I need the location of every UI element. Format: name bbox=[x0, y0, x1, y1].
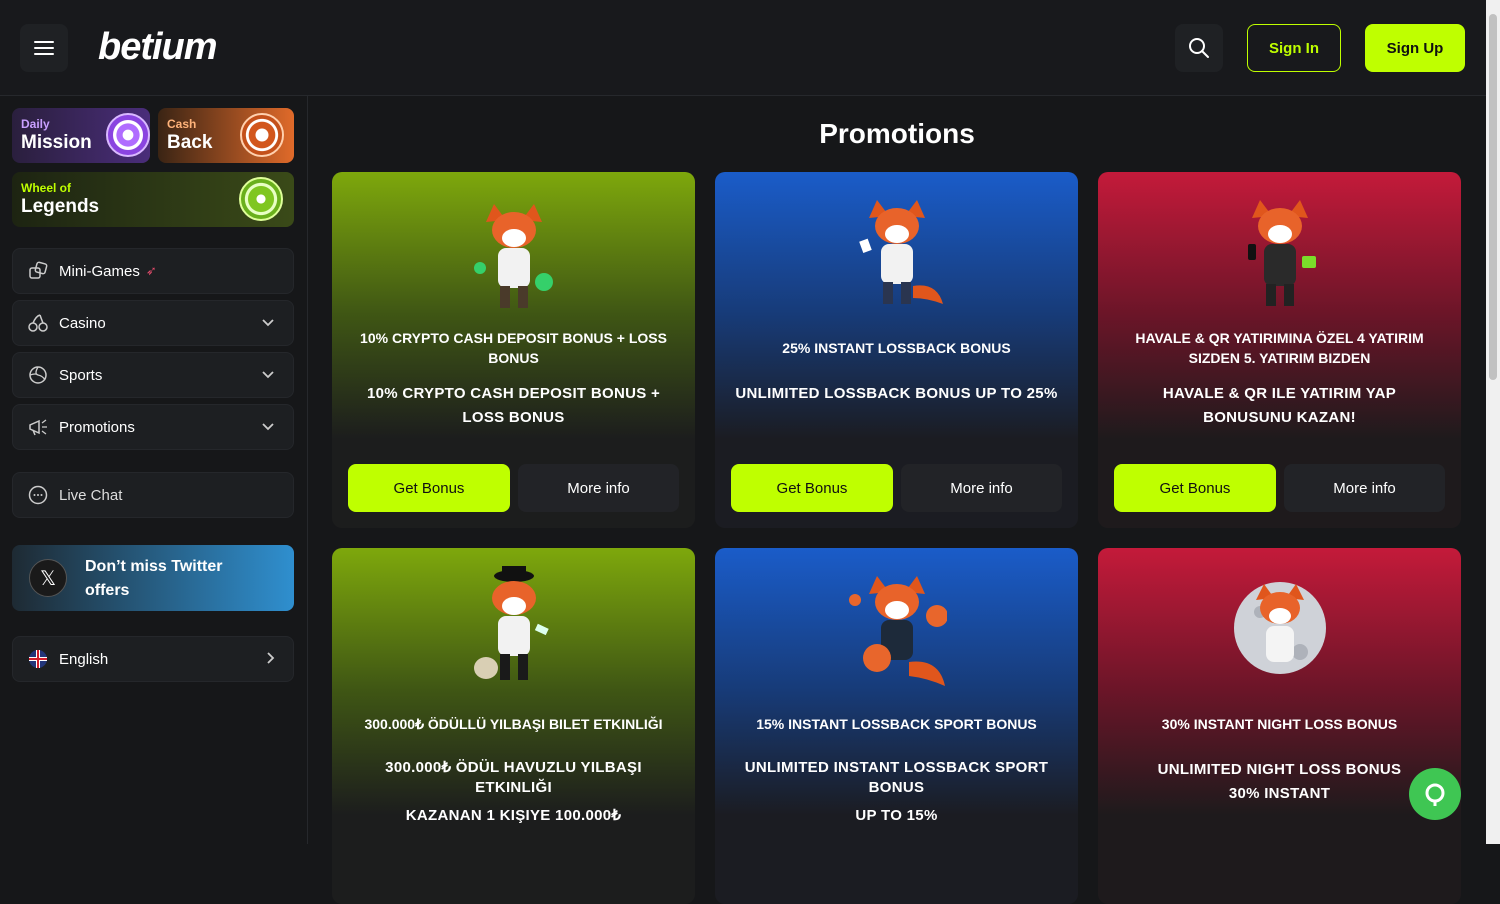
page-title: Promotions bbox=[819, 118, 975, 149]
tile-small-label: Cash bbox=[167, 117, 197, 131]
top-header: betium Sign In Sign Up bbox=[0, 0, 1486, 96]
volleyball-icon bbox=[27, 364, 49, 386]
sign-up-button[interactable]: Sign Up bbox=[1365, 24, 1465, 72]
page-scrollbar[interactable] bbox=[1486, 0, 1500, 844]
target-icon bbox=[106, 113, 150, 157]
more-info-button[interactable]: More info bbox=[518, 464, 679, 512]
cash-back-tile[interactable]: Cash Back bbox=[158, 108, 294, 163]
promo-headline: UNLIMITED LOSSBACK BONUS UP TO 25% bbox=[735, 385, 1058, 402]
live-chat-label: Live Chat bbox=[59, 486, 123, 504]
chat-bubble-icon bbox=[27, 484, 49, 506]
search-button[interactable] bbox=[1175, 24, 1223, 72]
promo-headline: UNLIMITED INSTANT LOSSBACK SPORT BONUS bbox=[744, 759, 1049, 796]
daily-mission-tile[interactable]: Daily Mission bbox=[12, 108, 150, 163]
chevron-down-icon bbox=[262, 319, 274, 327]
sidebar-item-casino[interactable]: Casino bbox=[12, 300, 294, 346]
scrollbar-thumb[interactable] bbox=[1489, 14, 1497, 380]
tile-small-label: Daily bbox=[21, 117, 50, 131]
promo-headline: 10% CRYPTO CASH DEPOSIT BONUS + LOSS BON… bbox=[366, 385, 661, 426]
betium-logo[interactable]: betium bbox=[98, 26, 218, 69]
fox-mascot-image bbox=[474, 204, 553, 308]
wheel-icon bbox=[239, 177, 283, 221]
live-chat-button[interactable]: Live Chat bbox=[12, 472, 294, 518]
promo-headline-line2: 30% INSTANT bbox=[1228, 785, 1331, 802]
promo-card: 25% INSTANT LOSSBACK BONUS UNLIMITED LOS… bbox=[715, 172, 1078, 528]
sign-in-button[interactable]: Sign In bbox=[1247, 24, 1341, 72]
rocket-icon: ➶ bbox=[145, 263, 157, 278]
megaphone-icon bbox=[27, 416, 49, 438]
promo-headline-line2: KAZANAN 1 KIŞIYE 100.000₺ bbox=[405, 807, 622, 824]
fox-mascot-image bbox=[849, 576, 947, 686]
get-bonus-button[interactable]: Get Bonus bbox=[1114, 464, 1276, 512]
x-twitter-icon: 𝕏 bbox=[29, 559, 67, 597]
promo-subtitle: 10% CRYPTO CASH DEPOSIT BONUS + LOSS BON… bbox=[360, 330, 667, 366]
more-info-button[interactable]: More info bbox=[901, 464, 1062, 512]
language-selector[interactable]: English bbox=[12, 636, 294, 682]
promo-card: 30% INSTANT NIGHT LOSS BONUS UNLIMITED N… bbox=[1098, 548, 1461, 904]
promo-subtitle: 300.000₺ ÖDÜLLÜ YILBAŞI BILET ETKINLIĞI bbox=[364, 716, 663, 732]
language-label: English bbox=[59, 650, 109, 668]
uk-flag-icon bbox=[27, 648, 49, 670]
get-bonus-button[interactable]: Get Bonus bbox=[348, 464, 510, 512]
promo-subtitle: HAVALE & QR YATIRIMINA ÖZEL 4 YATIRIM SI… bbox=[1135, 330, 1424, 366]
promo-subtitle: 30% INSTANT NIGHT LOSS BONUS bbox=[1161, 716, 1398, 732]
tile-big-label: Back bbox=[167, 132, 213, 153]
live-chat-fab[interactable] bbox=[1409, 768, 1461, 820]
fox-mascot-image bbox=[1234, 582, 1326, 674]
search-icon bbox=[1189, 38, 1209, 58]
wheel-of-legends-tile[interactable]: Wheel of Legends bbox=[12, 172, 294, 227]
promo-headline: UNLIMITED NIGHT LOSS BONUS bbox=[1157, 761, 1402, 778]
promo-headline: 300.000₺ ÖDÜL HAVUZLU YILBAŞI ETKINLIĞI bbox=[385, 759, 642, 796]
menu-icon bbox=[34, 41, 54, 43]
promo-card: 300.000₺ ÖDÜLLÜ YILBAŞI BILET ETKINLIĞI … bbox=[332, 548, 695, 904]
sidebar-item-mini-games[interactable]: Mini-Games ➶ bbox=[12, 248, 294, 294]
promo-card: HAVALE & QR YATIRIMINA ÖZEL 4 YATIRIM SI… bbox=[1098, 172, 1461, 528]
promotions-main: Promotions 10% CRYPTO CASH DEPOSIT BONUS… bbox=[308, 96, 1486, 904]
chat-bubble-icon bbox=[1425, 783, 1445, 806]
promo-headline: HAVALE & QR ILE YATIRIM YAP BONUSUNU KAZ… bbox=[1162, 385, 1397, 426]
promo-card: 15% INSTANT LOSSBACK SPORT BONUS UNLIMIT… bbox=[715, 548, 1078, 904]
sidebar-item-label: Sports bbox=[59, 366, 103, 384]
sidebar-item-sports[interactable]: Sports bbox=[12, 352, 294, 398]
sidebar-item-promotions[interactable]: Promotions bbox=[12, 404, 294, 450]
twitter-offers-text: Don’t miss Twitter offers bbox=[85, 558, 223, 599]
twitter-offers-banner[interactable]: 𝕏 Don’t miss Twitter offers bbox=[12, 545, 294, 611]
cherries-icon bbox=[27, 312, 49, 334]
fox-mascot-image bbox=[474, 566, 549, 680]
promo-headline-line2: UP TO 15% bbox=[855, 807, 938, 824]
coin-icon bbox=[240, 113, 284, 157]
dice-icon bbox=[27, 260, 49, 282]
more-info-button[interactable]: More info bbox=[1284, 464, 1445, 512]
menu-button[interactable] bbox=[20, 24, 68, 72]
sidebar-item-label: Mini-Games bbox=[59, 262, 140, 280]
fox-mascot-image bbox=[1248, 200, 1316, 306]
sidebar: Daily Mission Cash Back Wheel of Legends… bbox=[0, 96, 308, 844]
tile-big-label: Mission bbox=[21, 132, 92, 153]
sidebar-item-label: Casino bbox=[59, 314, 106, 332]
chevron-down-icon bbox=[262, 423, 274, 431]
promo-card: 10% CRYPTO CASH DEPOSIT BONUS + LOSS BON… bbox=[332, 172, 695, 528]
tile-big-label: Legends bbox=[21, 196, 100, 217]
promo-subtitle: 25% INSTANT LOSSBACK BONUS bbox=[782, 340, 1011, 356]
promo-subtitle: 15% INSTANT LOSSBACK SPORT BONUS bbox=[756, 716, 1037, 732]
chevron-down-icon bbox=[262, 371, 274, 379]
tile-small-label: Wheel of bbox=[21, 181, 71, 195]
fox-mascot-image bbox=[859, 200, 943, 304]
sidebar-item-label: Promotions bbox=[59, 418, 135, 436]
get-bonus-button[interactable]: Get Bonus bbox=[731, 464, 893, 512]
chevron-right-icon bbox=[267, 652, 275, 664]
